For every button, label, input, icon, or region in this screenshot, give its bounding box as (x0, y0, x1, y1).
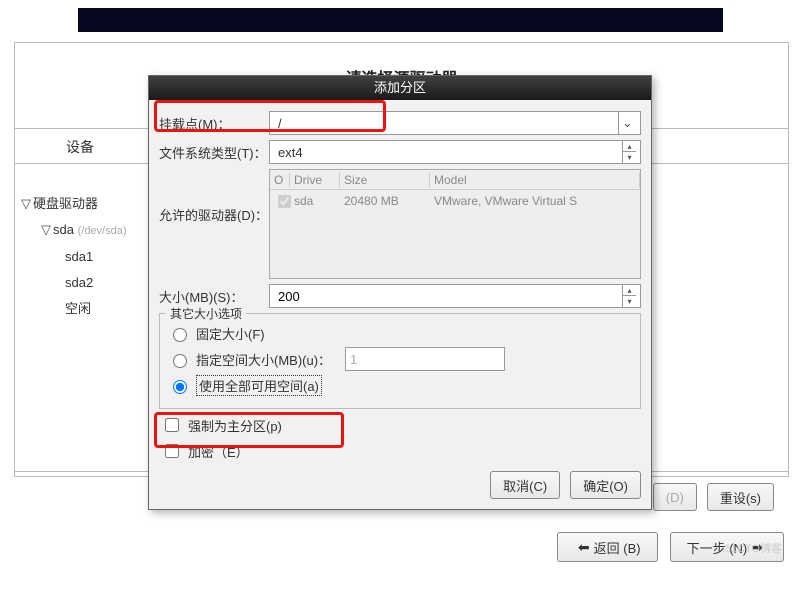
spinner-icon[interactable]: ▴▾ (622, 285, 636, 307)
allowed-drives-table[interactable]: O Drive Size Model sda 20480 MB VMware, … (269, 169, 641, 279)
force-primary-label: 强制为主分区(p) (188, 416, 282, 435)
upto-field (345, 347, 505, 371)
column-header-device: 设备 (15, 137, 145, 157)
radio-upto[interactable]: 指定空间大小(MB)(u)： (168, 347, 632, 371)
mount-point-combo[interactable]: / ⌄ (269, 111, 641, 135)
cancel-button[interactable]: 取消(C) (490, 471, 560, 499)
ok-button[interactable]: 确定(O) (570, 471, 641, 499)
radio-fixed[interactable]: 固定大小(F) (168, 324, 632, 343)
top-dark-bar (78, 8, 723, 32)
radio-use-all-label: 使用全部可用空间(a) (196, 375, 322, 396)
encrypt-check[interactable]: 加密（E） (161, 441, 641, 461)
tree-node-free[interactable]: 空闲 (21, 296, 151, 322)
size-label: 大小(MB)(S)： (159, 287, 269, 306)
tree-twisty-icon[interactable]: ▽ (41, 217, 53, 243)
dialog-title: 添加分区 (149, 76, 651, 100)
other-size-fieldset: 其它大小选项 固定大小(F) 指定空间大小(MB)(u)： 使用全部可用空间(a… (159, 313, 641, 409)
arrow-left-icon: ⬅ (578, 539, 590, 556)
col-size: Size (340, 173, 430, 187)
tree-label: sda (53, 222, 74, 237)
tree-twisty-icon[interactable]: ▽ (21, 191, 33, 217)
mount-point-label: 挂载点(M)： (159, 114, 269, 133)
force-primary-box[interactable] (165, 418, 179, 432)
tree-node-sda2[interactable]: sda2 (21, 270, 151, 296)
other-size-legend: 其它大小选项 (166, 305, 246, 322)
tree-hint: (/dev/sda) (78, 225, 127, 237)
drive-model: VMware, VMware Virtual S (430, 194, 640, 208)
radio-upto-label: 指定空间大小(MB)(u)： (196, 350, 331, 369)
col-drive: Drive (290, 173, 340, 187)
col-o: O (270, 173, 290, 187)
mount-point-value: / (274, 116, 282, 131)
back-button[interactable]: ⬅返回 (B) (557, 532, 658, 562)
back-label: 返回 (B) (594, 538, 641, 557)
col-model: Model (430, 173, 640, 187)
d-button: (D) (653, 483, 697, 511)
spinner-icon[interactable]: ▴▾ (622, 141, 636, 163)
add-partition-dialog: 添加分区 挂载点(M)： / ⌄ 文件系统类型(T)： ext4 ▴▾ 允许的驱… (148, 75, 652, 510)
radio-use-all[interactable]: 使用全部可用空间(a) (168, 375, 632, 396)
size-field[interactable] (274, 285, 622, 307)
watermark: 51CTO博客 (725, 540, 782, 556)
size-input[interactable]: ▴▾ (269, 284, 641, 308)
tree-node-hdd[interactable]: ▽硬盘驱动器 (21, 191, 151, 217)
tree-node-sda1[interactable]: sda1 (21, 244, 151, 270)
radio-upto-input[interactable] (173, 354, 187, 368)
radio-fixed-input[interactable] (173, 328, 187, 342)
drive-name: sda (290, 194, 340, 208)
reset-button[interactable]: 重设(s) (707, 483, 774, 511)
fs-type-label: 文件系统类型(T)： (159, 143, 269, 162)
fs-type-value: ext4 (274, 145, 303, 160)
encrypt-label: 加密（E） (188, 442, 249, 461)
drive-size: 20480 MB (340, 194, 430, 208)
fs-type-combo[interactable]: ext4 ▴▾ (269, 140, 641, 164)
encrypt-box[interactable] (165, 444, 179, 458)
chevron-down-icon[interactable]: ⌄ (618, 112, 636, 134)
radio-use-all-input[interactable] (173, 380, 187, 394)
tree-label: 硬盘驱动器 (33, 196, 98, 211)
radio-fixed-label: 固定大小(F) (196, 324, 265, 343)
drive-row[interactable]: sda 20480 MB VMware, VMware Virtual S (270, 190, 640, 212)
device-tree[interactable]: ▽硬盘驱动器 ▽sda (/dev/sda) sda1 sda2 空闲 (21, 191, 151, 322)
tree-node-sda[interactable]: ▽sda (/dev/sda) (21, 217, 151, 244)
allowed-drives-label: 允许的驱动器(D)： (159, 169, 269, 224)
force-primary-check[interactable]: 强制为主分区(p) (161, 415, 641, 435)
drive-table-header: O Drive Size Model (270, 170, 640, 190)
